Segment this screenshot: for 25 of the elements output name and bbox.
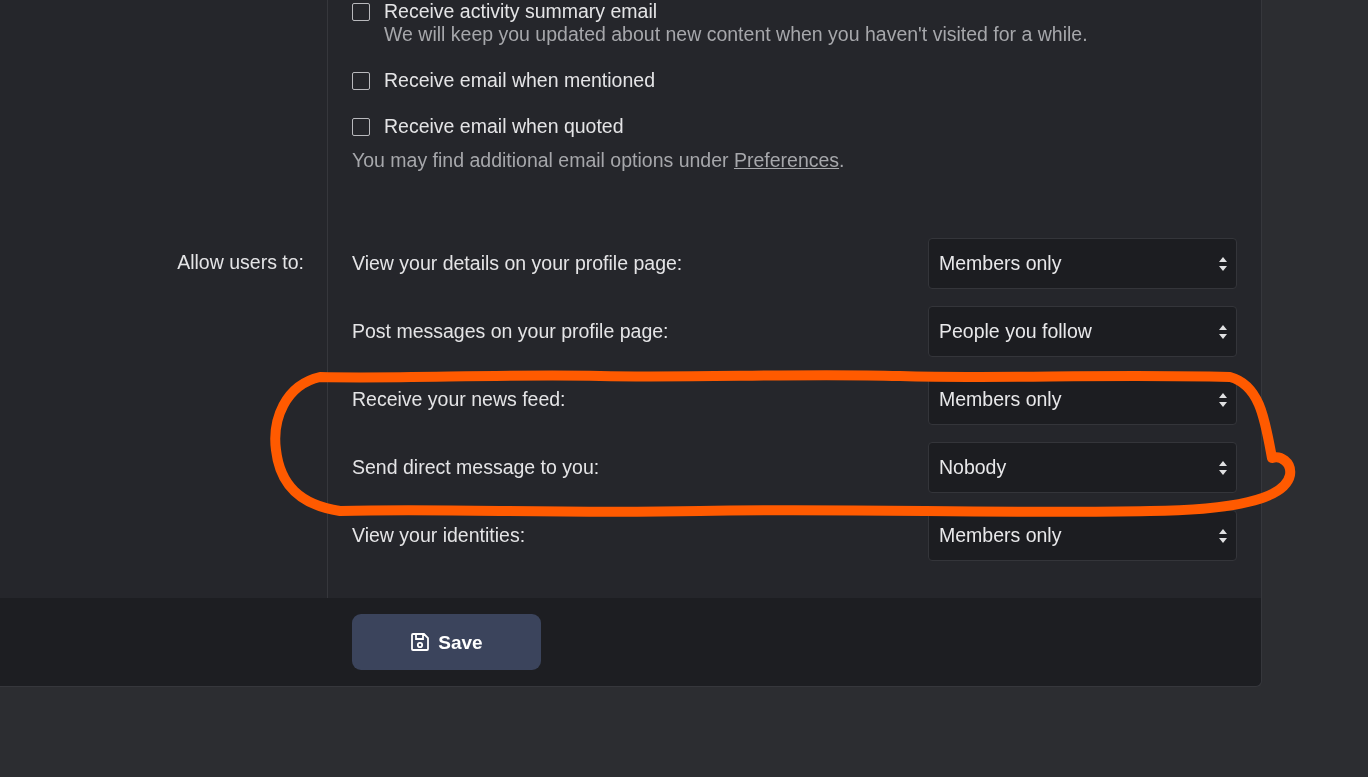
setting-label: View your details on your profile page: [352,252,683,275]
checkbox-label[interactable]: Receive email when quoted [384,115,624,138]
save-button[interactable]: Save [352,614,541,670]
checkbox[interactable] [352,72,370,90]
sort-arrows-icon [1218,391,1228,408]
setting-label: View your identities: [352,524,526,547]
sort-arrows-icon [1218,255,1228,272]
sort-arrows-icon [1218,527,1228,544]
checkbox-label[interactable]: Receive activity summary email [384,0,1088,23]
checkbox[interactable] [352,118,370,136]
email-note: You may find additional email options under Preferences. [352,149,846,172]
privacy-select[interactable]: Members only [928,238,1237,289]
floppy-disk-icon [410,632,431,652]
checkbox-description: We will keep you updated about new content when you haven't visited for a while. [384,23,1088,46]
privacy-select[interactable]: People you follow [928,306,1237,357]
sort-arrows-icon [1218,459,1228,476]
setting-label: Receive your news feed: [352,388,566,411]
section-label: Allow users to: [176,251,305,274]
sort-arrows-icon [1218,323,1228,340]
privacy-select[interactable]: Nobody [928,442,1237,493]
setting-label: Send direct message to you: [352,456,600,479]
preferences-link[interactable]: Preferences [733,149,840,171]
checkbox-label[interactable]: Receive email when mentioned [384,69,655,92]
setting-label: Post messages on your profile page: [352,320,669,343]
checkbox[interactable] [352,3,370,21]
